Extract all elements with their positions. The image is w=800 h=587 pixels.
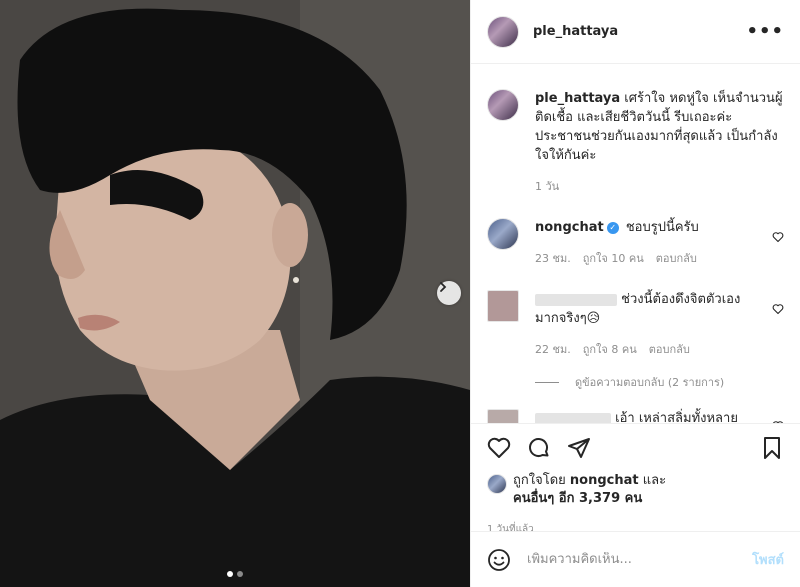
comment-list: ple_hattaya เศร้าใจ หดหู่ใจ เห็นจำนวนผู้… — [471, 65, 800, 423]
comment-text: เอ้า เหล่าสลิ่มทั้งหลาย — [615, 411, 738, 423]
add-comment-bar: โพสต์ — [471, 531, 800, 587]
post-actions: ถูกใจโดย nongchat และ คนอื่นๆ อีก 3,379 … — [471, 423, 800, 537]
caption: ple_hattaya เศร้าใจ หดหู่ใจ เห็นจำนวนผู้… — [487, 89, 784, 196]
selfie-illustration — [0, 0, 470, 587]
author-avatar[interactable] — [487, 89, 519, 121]
post-comment-button[interactable]: โพสต์ — [752, 549, 784, 570]
comment-item: เอ้า เหล่าสลิ่มทั้งหลาย — [487, 409, 784, 423]
liker-username[interactable]: nongchat — [570, 473, 639, 488]
ellipsis-icon[interactable]: ••• — [746, 21, 784, 42]
comment-likes[interactable]: ถูกใจ 10 คน — [583, 249, 644, 268]
view-replies-button[interactable]: ดูข้อความตอบกลับ (2 รายการ) — [535, 373, 784, 391]
comment-likes[interactable]: ถูกใจ 8 คน — [583, 340, 637, 359]
comment-input[interactable] — [527, 552, 753, 567]
carousel-dot — [237, 571, 243, 577]
redacted-username — [535, 412, 611, 423]
comment-username[interactable]: nongchat — [535, 220, 604, 235]
post-photo — [0, 0, 470, 587]
reply-button[interactable]: ตอบกลับ — [656, 249, 697, 268]
author-avatar[interactable] — [487, 15, 519, 48]
liker-avatar[interactable] — [487, 474, 507, 494]
comment-time[interactable]: 22 ชม. — [535, 340, 571, 359]
divider — [535, 381, 559, 383]
comment-item: ช่วงนี้ต้องดึงจิตตัวเองมากจริงๆ😥 22 ชม. … — [487, 290, 784, 359]
likes-others[interactable]: คนอื่นๆ อีก 3,379 คน — [513, 491, 642, 506]
post-header: ple_hattaya ••• — [471, 0, 800, 64]
bookmark-icon[interactable] — [760, 436, 784, 460]
chevron-right-icon — [440, 282, 447, 292]
comment-item: nongchat ✓ ชอบรูปนี้ครับ 23 ชม. ถูกใจ 10 … — [487, 218, 784, 268]
commenter-avatar[interactable] — [487, 218, 519, 250]
next-photo-button[interactable] — [437, 281, 461, 305]
likes-and: และ — [642, 473, 667, 488]
author-username[interactable]: ple_hattaya — [533, 24, 618, 39]
view-replies-label: ดูข้อความตอบกลับ (2 รายการ) — [575, 376, 725, 389]
carousel-dot — [227, 571, 233, 577]
emoji-icon[interactable] — [487, 548, 511, 572]
like-heart-icon[interactable] — [487, 436, 511, 460]
likes-summary: ถูกใจโดย nongchat และ คนอื่นๆ อีก 3,379 … — [487, 472, 784, 508]
post-detail-panel: ple_hattaya ••• ple_hattaya เศร้าใจ หดหู… — [470, 0, 800, 587]
caption-time[interactable]: 1 วัน — [535, 177, 559, 196]
commenter-avatar[interactable] — [487, 290, 519, 322]
verified-badge-icon: ✓ — [606, 221, 619, 234]
comment-time[interactable]: 23 ชม. — [535, 249, 571, 268]
carousel-indicator — [0, 571, 470, 577]
caption-username[interactable]: ple_hattaya — [535, 91, 620, 106]
heart-outline-icon[interactable] — [772, 300, 784, 319]
commenter-avatar[interactable] — [487, 409, 519, 423]
reply-button[interactable]: ตอบกลับ — [649, 340, 690, 359]
comment-bubble-icon[interactable] — [527, 436, 551, 460]
share-paper-plane-icon[interactable] — [567, 436, 591, 460]
heart-outline-icon[interactable] — [772, 228, 784, 247]
comment-text: ชอบรูปนี้ครับ — [625, 220, 699, 235]
likes-prefix: ถูกใจโดย — [513, 473, 566, 488]
redacted-username — [535, 293, 617, 306]
